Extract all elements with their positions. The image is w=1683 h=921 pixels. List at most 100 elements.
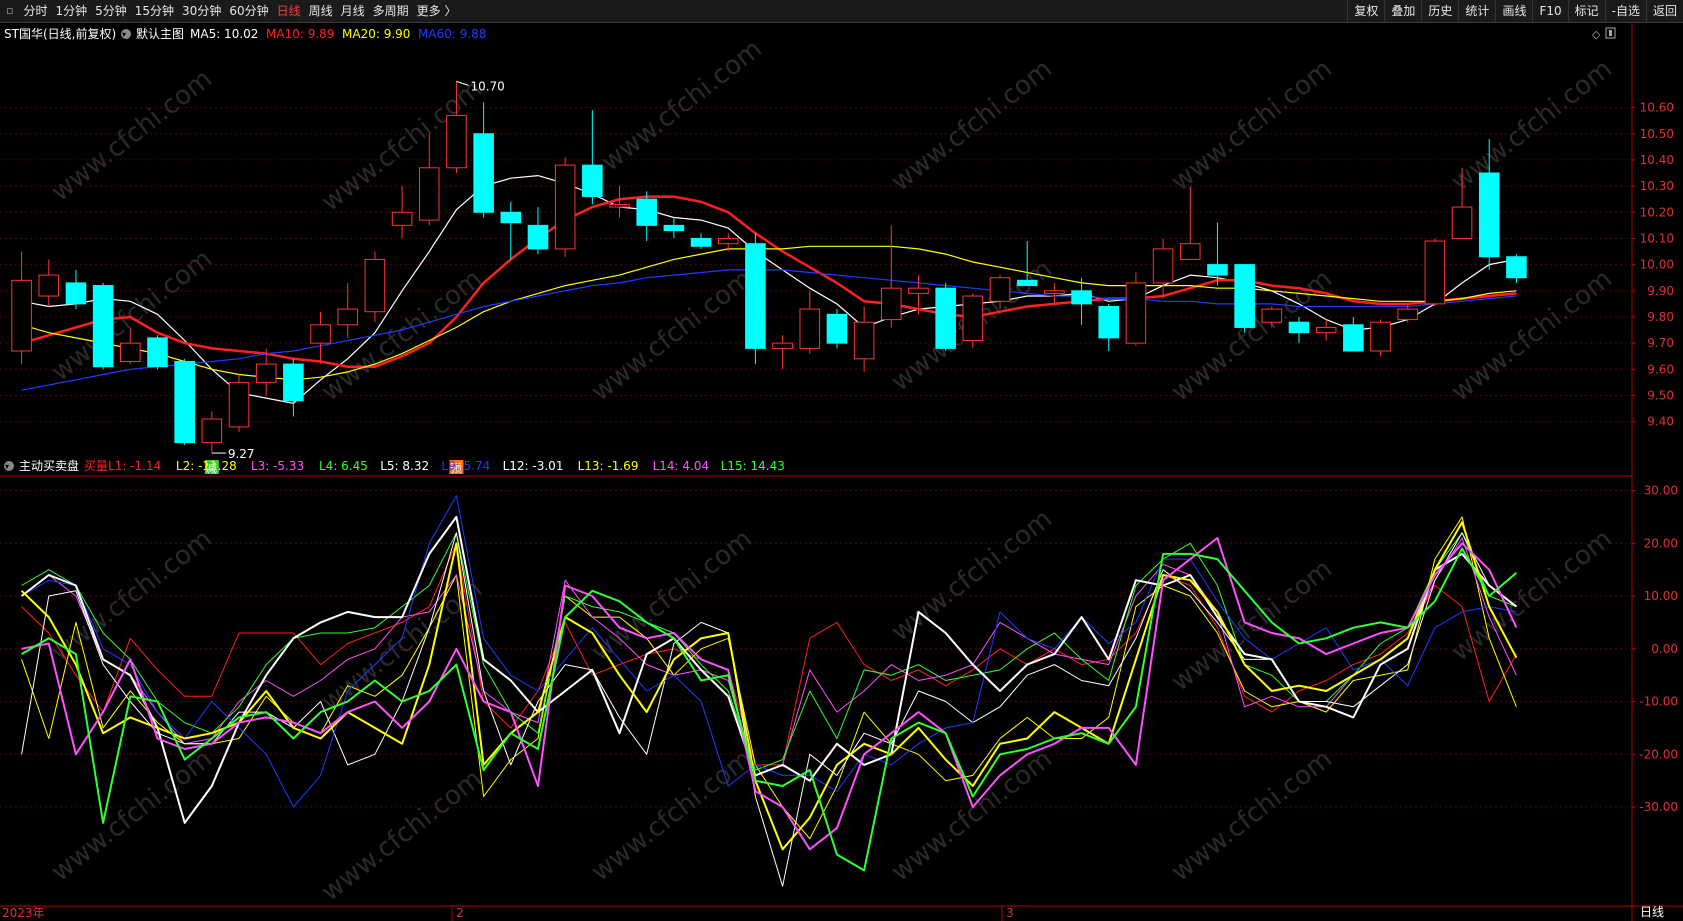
period-tab-8[interactable]: 月线 — [337, 0, 369, 22]
candle-body[interactable] — [283, 363, 304, 402]
candle-body[interactable] — [38, 274, 60, 297]
candle-body[interactable] — [473, 133, 494, 213]
period-tab-5[interactable]: 60分钟 — [225, 0, 272, 22]
period-tab-0[interactable]: 分时 — [19, 0, 51, 22]
watermark-text: www.cfchi.com — [1446, 54, 1618, 198]
toolbar-action-1[interactable]: 叠加 — [1384, 0, 1421, 22]
period-tab-6[interactable]: 日线 — [273, 0, 305, 22]
sub-legend-item: L13: -1.69 — [578, 459, 639, 473]
candle-body[interactable] — [799, 308, 821, 349]
candle-body[interactable] — [391, 211, 413, 226]
period-tab-10[interactable]: 更多 〉 — [413, 0, 461, 22]
candle-body[interactable] — [1234, 264, 1255, 328]
candle-body[interactable] — [310, 324, 331, 344]
period-tab-9[interactable]: 多周期 — [369, 0, 413, 22]
watermark-text: www.cfchi.com — [46, 744, 218, 888]
candle-body[interactable] — [1451, 206, 1473, 239]
candle-body[interactable] — [92, 285, 114, 368]
candle-body[interactable] — [582, 164, 603, 198]
watermark-text: www.cfchi.com — [886, 744, 1058, 888]
candle-body[interactable] — [717, 237, 739, 245]
candle-body[interactable] — [1207, 264, 1228, 276]
period-tab-7[interactable]: 周线 — [305, 0, 337, 22]
candle-body[interactable] — [1478, 172, 1500, 258]
candle-body[interactable] — [663, 224, 685, 232]
candle-body[interactable] — [1506, 256, 1527, 279]
indicator-toggle[interactable]: ▾ — [121, 29, 131, 39]
candle-body[interactable] — [1397, 308, 1418, 321]
candle-body[interactable] — [174, 360, 195, 444]
candle-body[interactable] — [1343, 324, 1364, 352]
candle-body[interactable] — [337, 308, 359, 326]
toolbar-action-8[interactable]: 返回 — [1645, 0, 1683, 22]
candle-body[interactable] — [908, 287, 929, 294]
sub-legend-item: 买量L1: -1.14 — [84, 459, 161, 473]
candle-body[interactable] — [1261, 308, 1283, 323]
sub-legend-item: L5: 8.32 — [380, 459, 429, 473]
period-tab-2[interactable]: 5分钟 — [91, 0, 131, 22]
watermark-text: www.cfchi.com — [886, 54, 1058, 198]
candle-body[interactable] — [147, 337, 168, 368]
watermark-text: www.cfchi.com — [886, 504, 1058, 648]
candle-body[interactable] — [690, 237, 712, 247]
candle-body[interactable] — [1071, 290, 1092, 305]
sub-legend-item: L9: 5.74 — [441, 459, 490, 473]
date-label-year: 2023年 — [2, 906, 45, 920]
candlestick-series[interactable] — [11, 81, 1527, 454]
sub-indicator-toggle[interactable]: ▾ — [4, 461, 14, 471]
candle-body[interactable] — [989, 277, 1011, 302]
candle-body[interactable] — [11, 279, 32, 352]
toolbar-action-5[interactable]: F10 — [1532, 0, 1567, 22]
candle-body[interactable] — [65, 282, 87, 305]
candle-body[interactable] — [853, 321, 875, 360]
candle-body[interactable] — [228, 381, 250, 428]
price-tick-label: 10.10 — [1640, 231, 1674, 245]
period-indicator-button[interactable]: 日线 — [1640, 905, 1664, 919]
candle-body[interactable] — [636, 198, 657, 226]
value-tick-label: -20.00 — [1639, 747, 1678, 761]
candle-body[interactable] — [120, 342, 141, 362]
toolbar-action-3[interactable]: 统计 — [1458, 0, 1495, 22]
candle-body[interactable] — [772, 342, 793, 349]
candle-body[interactable] — [1370, 321, 1391, 352]
candle-body[interactable] — [1179, 243, 1201, 260]
candle-body[interactable] — [554, 164, 576, 250]
candle-body[interactable] — [1315, 326, 1337, 334]
toolbar-action-7[interactable]: -自选 — [1604, 0, 1646, 22]
candle-body[interactable] — [201, 418, 223, 444]
candle-body[interactable] — [500, 211, 522, 224]
candle-body[interactable] — [1098, 305, 1120, 339]
period-tab-3[interactable]: 15分钟 — [131, 0, 178, 22]
candle-body[interactable] — [935, 287, 956, 349]
candle-body[interactable] — [745, 243, 766, 349]
candle-body[interactable] — [1016, 279, 1038, 287]
candle-body[interactable] — [881, 287, 902, 321]
candle-body[interactable] — [826, 313, 848, 344]
candle-body[interactable] — [1125, 282, 1147, 344]
window-menu-button[interactable]: ▫ — [0, 0, 19, 22]
candle-body[interactable] — [1424, 240, 1446, 305]
toolbar-action-6[interactable]: 标记 — [1567, 0, 1605, 22]
price-tick-label: 9.60 — [1647, 362, 1674, 376]
toolbar-action-2[interactable]: 历史 — [1421, 0, 1458, 22]
candle-body[interactable] — [962, 295, 984, 342]
candle-body[interactable] — [1044, 290, 1065, 294]
toolbar-action-0[interactable]: 复权 — [1347, 0, 1384, 22]
sub-indicator-legend: 买量L1: -1.14 L2: -11.28 L3: -5.33 L4: 6.45 L5… — [84, 459, 785, 473]
candle-body[interactable] — [527, 224, 549, 250]
period-tab-4[interactable]: 30分钟 — [178, 0, 225, 22]
candle-body[interactable] — [1288, 321, 1310, 334]
value-tick-label: 10.00 — [1644, 589, 1678, 603]
period-toolbar: ▫ 分时 1分钟 5分钟 15分钟 30分钟 60分钟 日线 周线 月线 多周期 更多 〉 复权 叠加… — [0, 0, 1683, 23]
diamond-icon[interactable]: ◇ — [1592, 28, 1601, 41]
candle-body[interactable] — [418, 167, 440, 221]
candle-body[interactable] — [364, 258, 386, 313]
period-tab-1[interactable]: 1分钟 — [51, 0, 91, 22]
period-indicator-label[interactable]: 日线 — [1640, 905, 1664, 919]
price-tick-label: 10.40 — [1640, 153, 1674, 167]
candle-body[interactable] — [255, 363, 277, 383]
toolbar-action-4[interactable]: 画线 — [1495, 0, 1532, 22]
candle-body[interactable] — [446, 114, 467, 169]
candle-body[interactable] — [1152, 248, 1174, 284]
candle-body[interactable] — [609, 203, 630, 208]
